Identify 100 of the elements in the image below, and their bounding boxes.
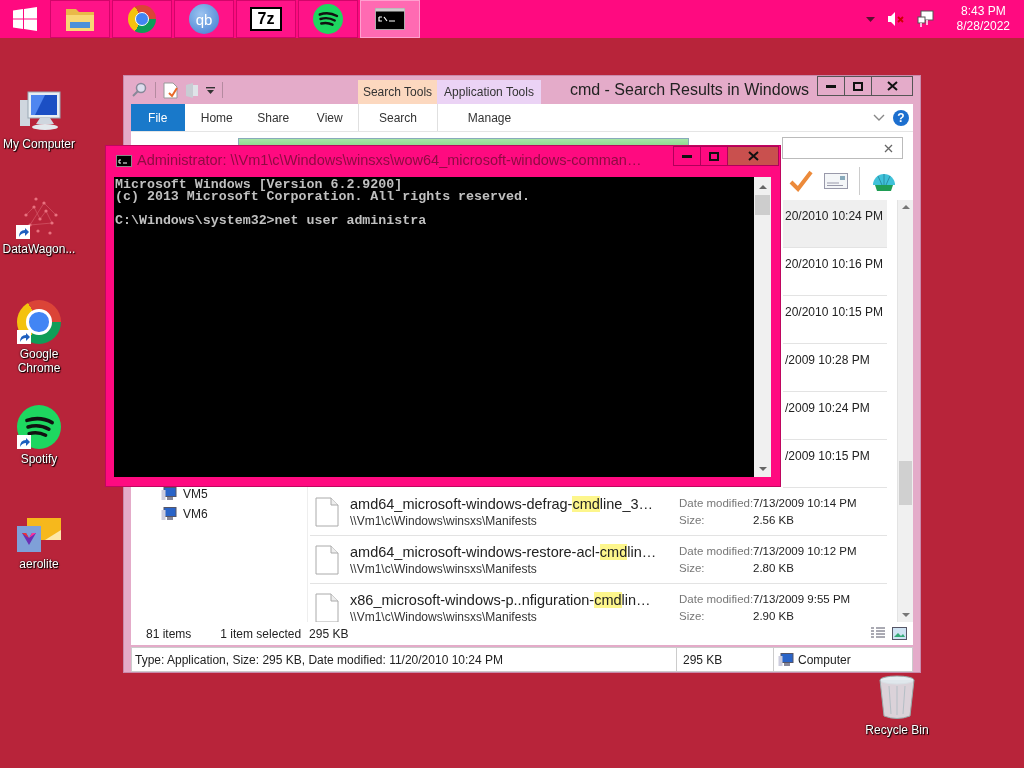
details-view-button[interactable] [870, 627, 886, 640]
scrollbar[interactable] [754, 177, 771, 477]
caret-icon[interactable] [206, 86, 215, 94]
file-row[interactable]: 20/2010 10:16 PM [783, 248, 887, 296]
maximize-icon [709, 151, 719, 161]
close-button[interactable] [871, 76, 913, 96]
date-text: 20/2010 10:16 PM [785, 256, 884, 271]
selection-text: 1 item selected [220, 626, 302, 641]
desktop-icon-label[interactable]: Spotify [2, 452, 76, 466]
desktop-icon-label[interactable]: DataWagon... [2, 242, 76, 256]
ribbon-tab[interactable]: Share [245, 104, 302, 131]
file-icon [315, 496, 339, 527]
file-row[interactable]: 20/2010 10:15 PM [783, 296, 887, 344]
scrollbar[interactable] [897, 200, 913, 622]
console-line: Microsoft Windows [Version 6.2.9200] [115, 179, 403, 191]
file-name[interactable]: amd64_microsoft-windows-defrag-cmdline_3… [350, 495, 668, 512]
details-view-icon [870, 627, 886, 639]
desktop-icon-label[interactable]: Recycle Bin [860, 723, 934, 737]
archive-logo-icon: 7z [250, 7, 282, 31]
muted-speaker-icon[interactable] [886, 11, 905, 27]
item-count: 81 items [146, 626, 192, 641]
taskbar-app-button[interactable] [360, 0, 420, 38]
close-button[interactable] [727, 146, 779, 166]
search-field[interactable] [782, 137, 903, 159]
field-label: Size: [679, 514, 706, 526]
help-button[interactable]: ? [893, 109, 909, 126]
console-line: C:\Windows\system32>net user administra [115, 215, 428, 227]
file-path: \\Vm1\c\Windows\winsxs\Manifests [350, 609, 538, 622]
desktop-icon-label[interactable]: My Computer [2, 137, 76, 151]
field-label: Date modified: [679, 545, 753, 557]
minimize-icon [826, 84, 836, 88]
date-text: 7/13/2009 9:55 PM [753, 593, 851, 605]
console-line: (c) 2013 Microsoft Corporation. All rights reserved. [115, 191, 531, 203]
console-output[interactable]: Microsoft Windows [Version 6.2.9200] (c) 2013 Microsoft Corporation. All rights reserved. C:\Windows\system32>net user administra [114, 177, 754, 477]
field-label: Date modified: [679, 497, 753, 509]
ribbon-tab[interactable]: View [301, 104, 358, 131]
size-text: 2.56 KB [753, 514, 795, 526]
maximize-button[interactable] [844, 76, 872, 96]
date-text: 20/2010 10:24 PM [785, 208, 884, 223]
image-icon [15, 516, 63, 554]
nav-pane-item[interactable]: VM6 [183, 507, 208, 521]
file-row[interactable]: /2009 10:15 PM [783, 440, 887, 488]
file-row[interactable]: /2009 10:28 PM [783, 344, 887, 392]
computer-icon [161, 507, 177, 521]
minimize-button[interactable] [817, 76, 845, 96]
large-icons-view-button[interactable] [892, 627, 907, 640]
field-label: Date modified: [679, 593, 753, 605]
taskbar-app-button[interactable]: 7z [236, 0, 296, 38]
music-icon [313, 4, 343, 34]
desktop-icon-label[interactable]: Google Chrome [2, 347, 76, 375]
network-icon[interactable] [916, 10, 935, 28]
windows-logo-icon [13, 7, 37, 31]
clock-date[interactable]: 8/28/2022 [956, 19, 1010, 34]
size-text: 2.80 KB [753, 562, 795, 574]
tool-tab-group: Search Tools [358, 80, 437, 104]
minimize-button[interactable] [673, 146, 701, 166]
checkmark-icon[interactable] [789, 170, 813, 192]
file-name[interactable]: amd64_microsoft-windows-restore-acl-cmdlin… [350, 543, 668, 560]
date-text: /2009 10:24 PM [785, 400, 870, 415]
nav-pane-item[interactable]: VM5 [183, 487, 208, 501]
close-icon [886, 81, 898, 91]
date-text: 7/13/2009 10:12 PM [753, 545, 857, 557]
taskbar-app-button[interactable] [298, 0, 358, 38]
caret-icon[interactable] [865, 16, 875, 22]
date-text: /2009 10:28 PM [785, 352, 870, 367]
magnifier-icon[interactable] [132, 82, 148, 98]
file-tab[interactable]: File [131, 104, 185, 131]
file-icon [315, 544, 339, 575]
date-text: 20/2010 10:15 PM [785, 304, 884, 319]
window-title: cmd - Search Results in Windows [568, 80, 811, 100]
size-text: 295 KB [677, 648, 774, 671]
file-path: \\Vm1\c\Windows\winsxs\Manifests [350, 561, 538, 576]
file-row[interactable]: /2009 10:24 PM [783, 392, 887, 440]
clock-time[interactable]: 8:43 PM [960, 4, 1006, 19]
terminal-icon [116, 155, 132, 167]
computer-icon [778, 652, 794, 667]
tool-tab-group: Application Tools [437, 80, 541, 104]
torrent-logo-icon: qb [189, 4, 219, 34]
maximize-icon [853, 81, 863, 91]
minimize-icon [682, 154, 692, 158]
desktop-icon-label[interactable]: aerolite [2, 557, 76, 571]
document-icon[interactable] [163, 81, 178, 99]
selection-size: 295 KB [309, 626, 349, 641]
chevron-down-icon[interactable] [873, 114, 885, 121]
file-name[interactable]: x86_microsoft-windows-p..nfiguration-cmdlin… [350, 591, 668, 608]
browser-icon [17, 300, 61, 344]
browser-icon [128, 5, 156, 33]
ribbon-tab[interactable]: Home [188, 104, 245, 131]
field-label: Size: [679, 610, 706, 622]
recycle-bin-icon [877, 674, 917, 720]
computer-icon [161, 487, 177, 501]
file-row[interactable]: 20/2010 10:24 PM [783, 200, 887, 248]
terminal-icon [375, 8, 405, 30]
large-icons-view-icon [892, 627, 907, 640]
field-label: Size: [679, 562, 706, 574]
size-text: 2.90 KB [753, 610, 795, 622]
location-text: Computer [798, 652, 851, 667]
card-icon[interactable] [824, 173, 848, 189]
clear-icon[interactable] [884, 143, 893, 153]
date-text: /2009 10:15 PM [785, 448, 870, 463]
